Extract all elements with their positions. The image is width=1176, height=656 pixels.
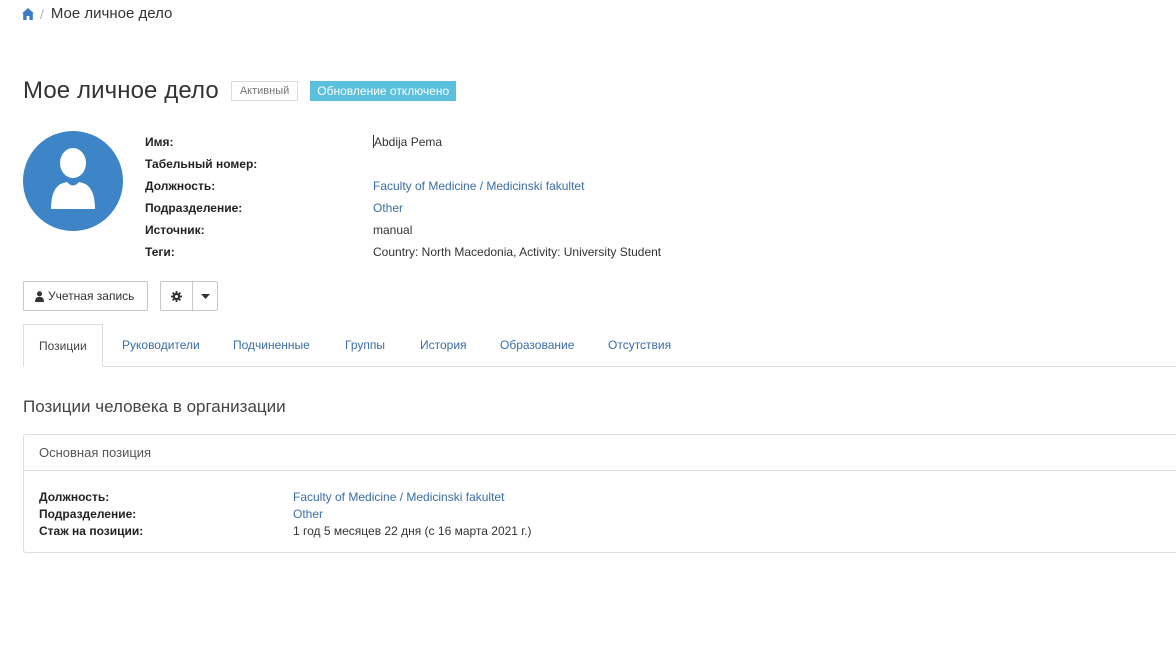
position-row: Должность: Faculty of Medicine / Medicin… — [39, 488, 1176, 505]
department-value-link[interactable]: Other — [293, 507, 323, 521]
detail-value-name: Abdija Pema — [373, 135, 442, 149]
gear-icon — [171, 290, 182, 302]
detail-label: Должность: — [145, 179, 216, 193]
caret-down-icon — [200, 293, 210, 299]
tab-groups[interactable]: Группы — [345, 324, 385, 366]
breadcrumb-current: Мое личное дело — [50, 5, 173, 22]
page-header: Мое личное дело Активный Обновление откл… — [23, 77, 457, 105]
user-silhouette-icon — [51, 148, 95, 209]
account-button-label: Учетная запись — [48, 289, 135, 303]
detail-value-tags: Country: North Macedonia, Activity: Univ… — [373, 245, 662, 259]
breadcrumb: / Мое личное дело — [21, 5, 172, 22]
tab-bar: Позиции Руководители Подчиненные Группы … — [23, 324, 1176, 367]
tab-label: Образование — [500, 338, 575, 352]
panel-body: Должность: Faculty of Medicine / Medicin… — [24, 471, 1176, 539]
avatar — [23, 131, 123, 231]
department-label: Подразделение: — [39, 506, 137, 521]
detail-label: Подразделение: — [145, 201, 243, 215]
account-button[interactable]: Учетная запись — [23, 281, 148, 311]
position-link[interactable]: Faculty of Medicine / Medicinski fakulte… — [373, 179, 584, 193]
detail-label: Источник: — [145, 223, 205, 237]
detail-label: Табельный номер: — [145, 157, 258, 171]
tab-label: Отсутствия — [608, 338, 672, 352]
home-icon[interactable] — [21, 7, 35, 21]
detail-row-source: Источник: manual — [145, 219, 661, 241]
page-title: Мое личное дело — [23, 77, 219, 104]
detail-row-position: Должность: Faculty of Medicine / Medicin… — [145, 175, 661, 197]
position-value-link[interactable]: Faculty of Medicine / Medicinski fakulte… — [293, 490, 504, 504]
detail-label: Теги: — [145, 245, 175, 259]
breadcrumb-separator: / — [40, 5, 44, 22]
department-row: Подразделение: Other — [39, 505, 1176, 522]
detail-row-name: Имя: Abdija Pema — [145, 131, 661, 153]
position-label: Должность: — [39, 489, 110, 504]
detail-row-department: Подразделение: Other — [145, 197, 661, 219]
tenure-row: Стаж на позиции: 1 год 5 месяцев 22 дня … — [39, 522, 1176, 539]
department-link[interactable]: Other — [373, 201, 403, 215]
tab-label: Подчиненные — [233, 338, 310, 352]
tab-absences[interactable]: Отсутствия — [608, 324, 671, 366]
tab-positions[interactable]: Позиции — [23, 324, 103, 367]
settings-button[interactable] — [160, 281, 193, 311]
tab-managers[interactable]: Руководители — [122, 324, 200, 366]
detail-row-tags: Теги: Country: North Macedonia, Activity… — [145, 241, 661, 263]
user-icon — [35, 290, 44, 302]
tab-label: Позиции — [39, 338, 87, 353]
detail-value-source: manual — [373, 223, 413, 237]
tab-subordinates[interactable]: Подчиненные — [233, 324, 310, 366]
status-badge: Активный — [230, 81, 299, 101]
tab-label: Группы — [345, 338, 385, 352]
tenure-label: Стаж на позиции: — [39, 523, 144, 538]
tab-label: Руководители — [122, 338, 200, 352]
main-position-panel: Основная позиция Должность: Faculty of M… — [23, 434, 1176, 553]
name-value: Abdija Pema — [374, 135, 443, 149]
detail-label: Имя: — [145, 135, 174, 149]
tab-label: История — [420, 338, 467, 352]
profile-details: Имя: Abdija Pema Табельный номер: Должно… — [145, 131, 661, 263]
update-status-badge: Обновление отключено — [310, 81, 457, 101]
tenure-value: 1 год 5 месяцев 22 дня (с 16 марта 2021 … — [293, 523, 532, 538]
section-title: Позиции человека в организации — [23, 397, 286, 416]
tab-history[interactable]: История — [420, 324, 467, 366]
detail-row-employee-number: Табельный номер: — [145, 153, 661, 175]
settings-dropdown-toggle[interactable] — [192, 281, 218, 311]
panel-title: Основная позиция — [24, 435, 1176, 471]
tab-education[interactable]: Образование — [500, 324, 574, 366]
